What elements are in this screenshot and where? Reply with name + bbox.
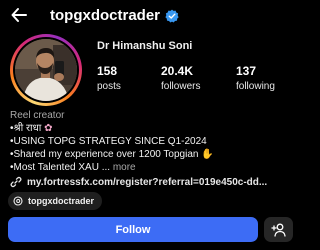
handshake-emoji-icon: ✋ — [201, 149, 214, 160]
flower-emoji-icon: ✿ — [44, 123, 53, 134]
posts-count: 158 — [97, 64, 118, 78]
threads-handle: topgxdoctrader — [28, 196, 95, 206]
suggested-accounts-button[interactable] — [264, 217, 293, 242]
posts-label: posts — [97, 81, 121, 92]
profile-page: topgxdoctrader Dr Himanshu Soni 158 post… — [0, 0, 300, 250]
username-title: topgxdoctrader — [50, 7, 179, 24]
link-icon — [10, 176, 22, 188]
followers-stat[interactable]: 20.4K followers — [161, 64, 200, 93]
verified-badge-icon — [165, 9, 179, 22]
following-stat[interactable]: 137 following — [236, 64, 275, 93]
followers-label: followers — [161, 81, 201, 92]
threads-icon — [13, 196, 23, 206]
story-ring[interactable] — [10, 34, 82, 106]
avatar — [15, 39, 77, 101]
back-button[interactable] — [8, 4, 30, 26]
posts-stat[interactable]: 158 posts — [97, 64, 121, 93]
bio-line: •Shared my experience over 1200 Topgian … — [10, 149, 214, 160]
bio: •श्री राधा ✿ •USING TOPG STRATEGY SINCE … — [10, 122, 295, 174]
profile-link[interactable]: my.fortressfx.com/register?referral=019e… — [10, 176, 267, 188]
profile-header: topgxdoctrader — [0, 0, 300, 34]
avatar-photo — [15, 39, 77, 101]
bio-line: •श्री राधा ✿ — [10, 123, 53, 134]
follow-button[interactable]: Follow — [8, 217, 258, 242]
arrow-left-icon — [11, 8, 27, 22]
bio-more-link[interactable]: more — [113, 162, 136, 173]
threads-badge[interactable]: topgxdoctrader — [8, 192, 103, 210]
display-name: Dr Himanshu Soni — [97, 40, 193, 52]
profile-category: Reel creator — [10, 110, 65, 121]
bio-line: •Most Talented XAU ... more — [10, 162, 136, 173]
add-person-icon — [270, 223, 286, 237]
profile-link-text: my.fortressfx.com/register?referral=019e… — [27, 176, 268, 188]
bio-line: •USING TOPG STRATEGY SINCE Q1-2024 — [10, 136, 207, 147]
username-text: topgxdoctrader — [50, 7, 161, 24]
following-count: 137 — [236, 64, 257, 78]
followers-count: 20.4K — [161, 64, 194, 78]
following-label: following — [236, 81, 275, 92]
